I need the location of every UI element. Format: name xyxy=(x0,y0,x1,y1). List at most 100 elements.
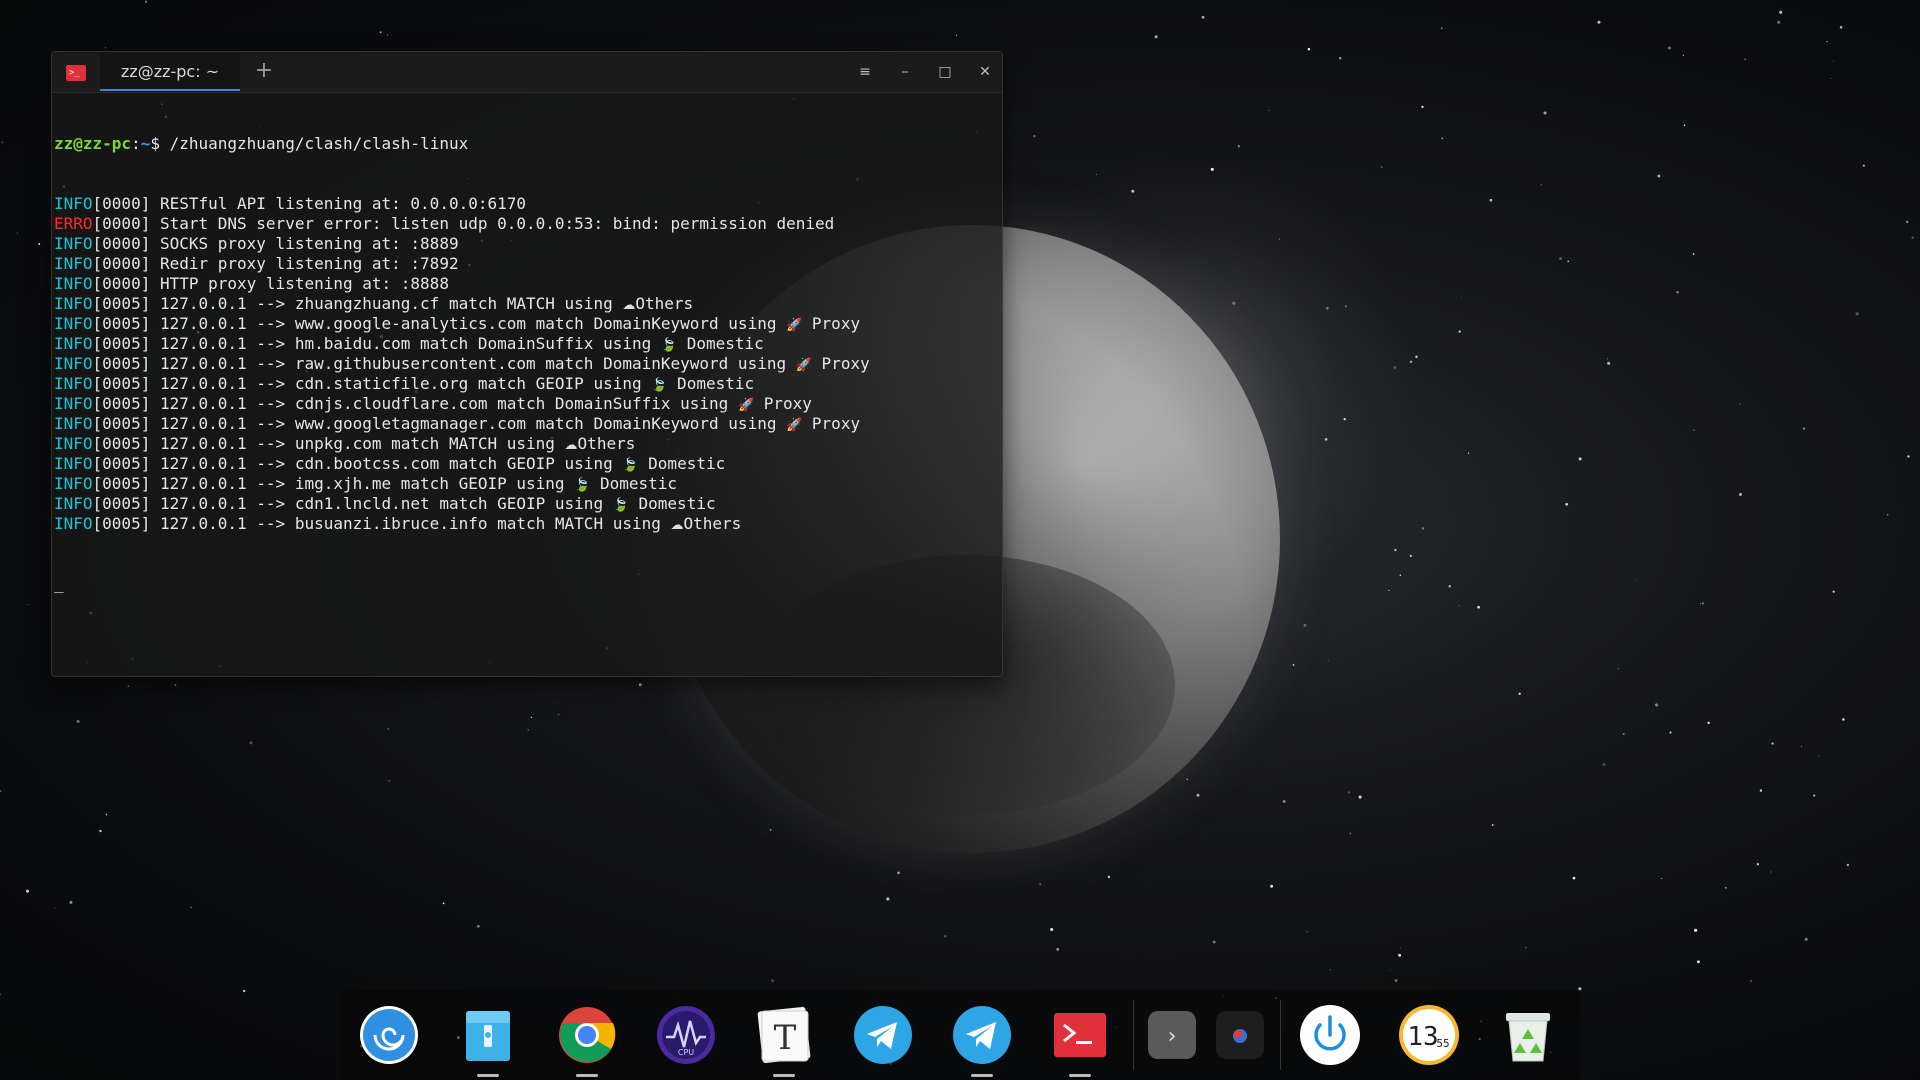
star xyxy=(1389,969,1391,971)
close-button[interactable]: ✕ xyxy=(973,60,997,84)
star xyxy=(1056,947,1060,951)
terminal-icon[interactable] xyxy=(1048,1003,1112,1067)
star xyxy=(144,0,148,3)
dock-separator xyxy=(1280,1000,1281,1070)
log-lines: INFO [0000] RESTful API listening at: 0.0… xyxy=(54,194,998,534)
log-tag-info: INFO xyxy=(54,334,93,353)
star xyxy=(1606,358,1608,360)
log-tag-info: INFO xyxy=(54,274,93,293)
log-tag-info: INFO xyxy=(54,394,93,413)
star xyxy=(1306,931,1308,933)
log-policy: Domestic xyxy=(677,334,764,353)
running-indicator xyxy=(773,1074,795,1077)
running-indicator xyxy=(971,1074,993,1077)
log-text: [0005] 127.0.0.1 --> zhuangzhuang.cf mat… xyxy=(92,294,623,313)
log-text: [0000] RESTful API listening at: 0.0.0.0… xyxy=(92,194,527,213)
star xyxy=(242,989,246,993)
star xyxy=(127,685,130,688)
system-monitor-icon[interactable]: CPU xyxy=(654,1003,718,1067)
star xyxy=(53,907,55,909)
star xyxy=(1702,602,1704,605)
star xyxy=(1779,10,1783,14)
tab-terminal[interactable]: zz@zz-pc: ~ xyxy=(100,52,240,92)
star xyxy=(1855,312,1859,316)
star xyxy=(769,829,772,831)
star xyxy=(1911,236,1914,239)
log-line: INFO[0005] 127.0.0.1 --> raw.githubuserc… xyxy=(54,354,998,374)
log-line: INFO[0000] RESTful API listening at: 0.0… xyxy=(54,194,998,214)
clock-icon[interactable]: 13 55 xyxy=(1397,1003,1461,1067)
star xyxy=(1739,403,1742,405)
star xyxy=(1597,20,1601,24)
star xyxy=(38,243,41,245)
star xyxy=(1347,791,1350,794)
star xyxy=(1518,692,1521,696)
star xyxy=(0,790,2,792)
log-tag-info: INFO xyxy=(54,434,93,453)
log-tag-info: INFO xyxy=(54,374,93,393)
star xyxy=(249,741,253,745)
chrome-icon[interactable] xyxy=(555,1003,619,1067)
maximize-button[interactable]: □ xyxy=(933,60,957,84)
tray-expand-icon[interactable]: › xyxy=(1140,1003,1204,1067)
star xyxy=(1201,15,1205,19)
log-text: [0000] SOCKS proxy listening at: :8889 xyxy=(92,234,459,253)
terminal-window[interactable]: >_ zz@zz-pc: ~ + ≡ – □ ✕ zz@zz-pc:~$ /zh… xyxy=(51,51,1003,677)
log-text: [0005] 127.0.0.1 --> www.google-analytic… xyxy=(92,314,787,333)
telegram-icon-2[interactable] xyxy=(950,1003,1014,1067)
svg-text:›: › xyxy=(1168,1024,1177,1049)
file-manager-icon[interactable] xyxy=(456,1003,520,1067)
star xyxy=(1906,220,1909,224)
star xyxy=(1307,47,1311,51)
prompt-dollar: $ xyxy=(150,134,170,153)
running-indicator xyxy=(477,1074,499,1077)
log-policy: Proxy xyxy=(802,314,861,333)
star xyxy=(1724,886,1727,889)
minimize-button[interactable]: – xyxy=(893,60,917,84)
deepin-launcher-icon[interactable] xyxy=(357,1003,421,1067)
star xyxy=(1676,290,1679,294)
rocket-icon: 🚀 xyxy=(786,318,803,333)
star xyxy=(379,31,382,34)
star xyxy=(476,924,480,928)
power-icon[interactable] xyxy=(1298,1003,1362,1067)
star xyxy=(897,871,900,875)
star xyxy=(1394,548,1397,552)
log-text: [0005] 127.0.0.1 --> unpkg.com match MAT… xyxy=(92,434,565,453)
star xyxy=(99,829,102,833)
log-text: [0000] HTTP proxy listening at: :8888 xyxy=(92,274,449,293)
star xyxy=(1669,731,1672,734)
star xyxy=(1399,947,1401,949)
star xyxy=(1399,574,1402,577)
menu-button[interactable]: ≡ xyxy=(853,60,877,84)
log-tag-info: INFO xyxy=(54,414,93,433)
log-line: ERRO[0000] Start DNS server error: liste… xyxy=(54,214,998,234)
log-tag-info: INFO xyxy=(54,254,93,273)
terminal-output[interactable]: zz@zz-pc:~$ /zhuangzhuang/clash/clash-li… xyxy=(54,94,998,672)
star xyxy=(886,897,890,901)
star xyxy=(955,34,958,36)
telegram-icon[interactable] xyxy=(851,1003,915,1067)
star xyxy=(1292,664,1295,666)
cloud-icon: ☁ xyxy=(622,298,636,313)
star xyxy=(530,716,532,719)
star xyxy=(1886,514,1889,516)
log-text: [0000] Redir proxy listening at: :7892 xyxy=(92,254,459,273)
star xyxy=(1394,979,1398,982)
star xyxy=(1565,502,1569,506)
log-policy: Others xyxy=(577,434,636,453)
terminal-titlebar[interactable]: >_ zz@zz-pc: ~ + ≡ – □ ✕ xyxy=(52,52,1002,93)
star xyxy=(1421,527,1425,530)
svg-text:CPU: CPU xyxy=(678,1048,694,1057)
typora-icon[interactable]: T xyxy=(752,1003,816,1067)
log-line: INFO[0000] HTTP proxy listening at: :888… xyxy=(54,274,998,294)
star xyxy=(1777,20,1781,24)
star xyxy=(1489,198,1493,202)
tray-app-icon[interactable] xyxy=(1208,1003,1272,1067)
star xyxy=(1661,877,1663,880)
trash-icon[interactable] xyxy=(1496,1003,1560,1067)
new-tab-button[interactable]: + xyxy=(252,60,276,84)
star xyxy=(387,728,389,730)
leaf-icon: 🍃 xyxy=(612,498,629,513)
star xyxy=(1694,928,1698,932)
